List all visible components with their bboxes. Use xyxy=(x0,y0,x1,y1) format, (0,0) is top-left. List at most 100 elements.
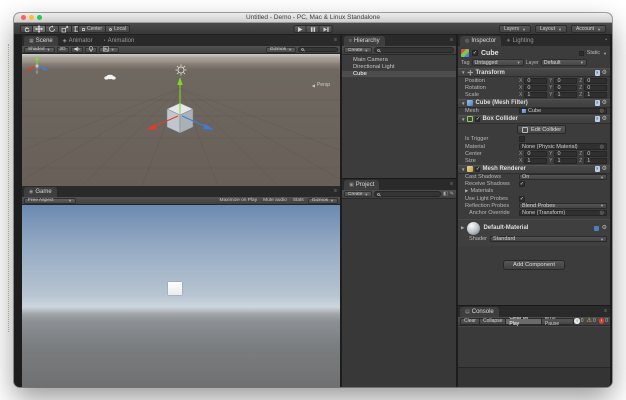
active-checkbox[interactable]: ✓ xyxy=(472,50,478,56)
layout-dropdown[interactable]: Layout▼ xyxy=(535,25,567,33)
error-pause-button[interactable]: Error Pause xyxy=(542,318,574,325)
error-filter-button[interactable]: ! 0 xyxy=(599,318,608,324)
project-content[interactable] xyxy=(342,199,456,387)
transform-header[interactable]: ▼ Transform ?⚙ xyxy=(458,68,610,77)
scene-gizmos-dropdown[interactable]: Gizmos▼ xyxy=(266,47,296,53)
panel-menu-icon[interactable]: ≡ xyxy=(604,308,607,314)
panel-menu-icon[interactable]: ≡ xyxy=(334,188,337,194)
tab-console[interactable]: ▤ Console xyxy=(460,307,499,317)
box-collider-enabled-checkbox[interactable]: ✓ xyxy=(475,117,480,122)
help-icon[interactable]: ? xyxy=(595,116,600,122)
receive-shadows-checkbox[interactable]: ✓ xyxy=(519,181,525,187)
position-z-field[interactable]: 0 xyxy=(584,78,607,84)
scene-effects-dropdown[interactable]: ▼ xyxy=(99,47,119,53)
hierarchy-item-directional-light[interactable]: Directional Light xyxy=(342,64,456,71)
mesh-filter-header[interactable]: ▼ Cube (Mesh Filter) ?⚙ xyxy=(458,99,610,108)
gameobject-name[interactable]: Cube xyxy=(481,50,499,57)
size-z-field[interactable]: 1 xyxy=(584,158,607,164)
scale-x-field[interactable]: 1 xyxy=(524,92,547,98)
tag-dropdown[interactable]: Untagged▼ xyxy=(472,59,524,66)
gear-icon[interactable]: ⚙ xyxy=(602,70,607,76)
size-y-field[interactable]: 1 xyxy=(554,158,577,164)
add-component-button[interactable]: Add Component xyxy=(503,260,565,270)
scene-audio-button[interactable] xyxy=(71,47,83,53)
tab-animator[interactable]: ◈ Animator xyxy=(58,36,98,46)
object-picker-icon[interactable]: ◎ xyxy=(600,108,604,114)
pivot-center-button[interactable]: Center xyxy=(78,25,106,33)
warning-filter-button[interactable]: ⚠ 0 xyxy=(587,318,596,324)
scale-z-field[interactable]: 1 xyxy=(584,92,607,98)
layers-dropdown[interactable]: Layers▼ xyxy=(499,25,531,33)
edit-collider-button[interactable]: Edit Collider xyxy=(517,125,566,134)
size-x-field[interactable]: 1 xyxy=(524,158,547,164)
panel-menu-icon[interactable]: ≡ xyxy=(450,37,453,43)
position-y-field[interactable]: 0 xyxy=(554,78,577,84)
scene-search-input[interactable] xyxy=(298,47,338,53)
physic-material-field[interactable]: None (Physic Material) ◎ xyxy=(519,143,607,150)
project-create-button[interactable]: Create▼ xyxy=(344,191,372,198)
shader-dropdown[interactable]: Standard▼ xyxy=(490,236,607,243)
gear-icon[interactable]: ⚙ xyxy=(602,225,607,231)
play-button[interactable] xyxy=(294,25,307,33)
collapse-button[interactable]: Collapse xyxy=(480,318,506,325)
gear-icon[interactable]: ⚙ xyxy=(602,116,607,122)
scene-orientation-gizmo[interactable] xyxy=(22,54,52,78)
projection-mode[interactable]: ◀ Persp xyxy=(312,82,330,88)
rotation-y-field[interactable]: 0 xyxy=(554,85,577,91)
object-picker-icon[interactable]: ◎ xyxy=(600,144,604,150)
box-collider-header[interactable]: ▼ ✓ Box Collider ?⚙ xyxy=(458,115,610,124)
tab-animation[interactable]: ◔ Animation xyxy=(98,36,140,46)
tab-inspector[interactable]: ◎ Inspector xyxy=(460,36,501,46)
scene-lighting-button[interactable] xyxy=(85,47,97,53)
tab-game[interactable]: ◉ Game xyxy=(24,187,57,197)
mute-audio-button[interactable]: Mute audio xyxy=(261,198,289,203)
foldout-icon[interactable]: ▶ xyxy=(461,225,464,231)
anchor-override-field[interactable]: None (Transform) ◎ xyxy=(519,210,607,217)
game-view[interactable] xyxy=(22,205,340,387)
pause-button[interactable] xyxy=(307,25,320,33)
panel-menu-icon[interactable]: ≡ xyxy=(450,181,453,187)
center-z-field[interactable]: 0 xyxy=(584,151,607,157)
maximize-on-play-button[interactable]: Maximize on Play xyxy=(218,198,260,203)
gear-icon[interactable]: ⚙ xyxy=(602,166,607,172)
rotation-x-field[interactable]: 0 xyxy=(524,85,547,91)
mesh-renderer-header[interactable]: ▼ ✓ Mesh Renderer ?⚙ xyxy=(458,165,610,174)
position-x-field[interactable]: 0 xyxy=(524,78,547,84)
tab-project[interactable]: ▣ Project xyxy=(344,180,379,190)
scale-y-field[interactable]: 1 xyxy=(554,92,577,98)
reflection-probes-dropdown[interactable]: Blend Probes▼ xyxy=(519,203,607,210)
mesh-field[interactable]: Cube ◎ xyxy=(519,108,607,115)
scene-view[interactable]: ◀ Persp xyxy=(22,54,340,186)
game-gizmos-dropdown[interactable]: Gizmos▼ xyxy=(308,198,338,204)
layer-dropdown[interactable]: Default▼ xyxy=(541,59,587,66)
rotation-z-field[interactable]: 0 xyxy=(584,85,607,91)
move-tool-button[interactable] xyxy=(33,25,46,33)
info-filter-button[interactable]: ! 0 xyxy=(574,318,583,324)
pivot-local-button[interactable]: Local xyxy=(106,25,130,33)
hierarchy-item-cube[interactable]: Cube xyxy=(342,71,456,78)
cast-shadows-dropdown[interactable]: On▼ xyxy=(519,174,607,181)
edit-icon[interactable]: ✎ xyxy=(450,191,454,197)
hierarchy-create-button[interactable]: Create▼ xyxy=(344,47,372,54)
hierarchy-item-main-camera[interactable]: Main Camera xyxy=(342,57,456,64)
object-picker-icon[interactable]: ◎ xyxy=(600,210,604,216)
scale-tool-button[interactable] xyxy=(59,25,72,33)
foldout-icon[interactable]: ▼ xyxy=(461,101,465,106)
center-x-field[interactable]: 0 xyxy=(524,151,547,157)
center-y-field[interactable]: 0 xyxy=(554,151,577,157)
help-icon[interactable]: ? xyxy=(595,70,600,76)
is-trigger-checkbox[interactable] xyxy=(519,136,525,142)
tab-scene[interactable]: ▦ Scene xyxy=(24,36,58,46)
chevron-down-icon[interactable]: ▼ xyxy=(603,51,607,56)
step-button[interactable] xyxy=(320,25,333,33)
panel-menu-icon[interactable]: ≡ xyxy=(334,37,337,43)
help-icon[interactable]: ? xyxy=(595,166,600,172)
foldout-icon[interactable]: ▼ xyxy=(461,70,465,75)
aspect-dropdown[interactable]: Free Aspect▼ xyxy=(24,198,76,204)
console-log-area[interactable] xyxy=(458,326,610,367)
stats-button[interactable]: Stats xyxy=(291,198,306,203)
hierarchy-search-input[interactable] xyxy=(374,47,454,53)
help-icon[interactable]: ? xyxy=(595,100,600,106)
gear-icon[interactable]: ⚙ xyxy=(602,100,607,106)
lock-icon[interactable]: ▪ xyxy=(605,37,607,43)
